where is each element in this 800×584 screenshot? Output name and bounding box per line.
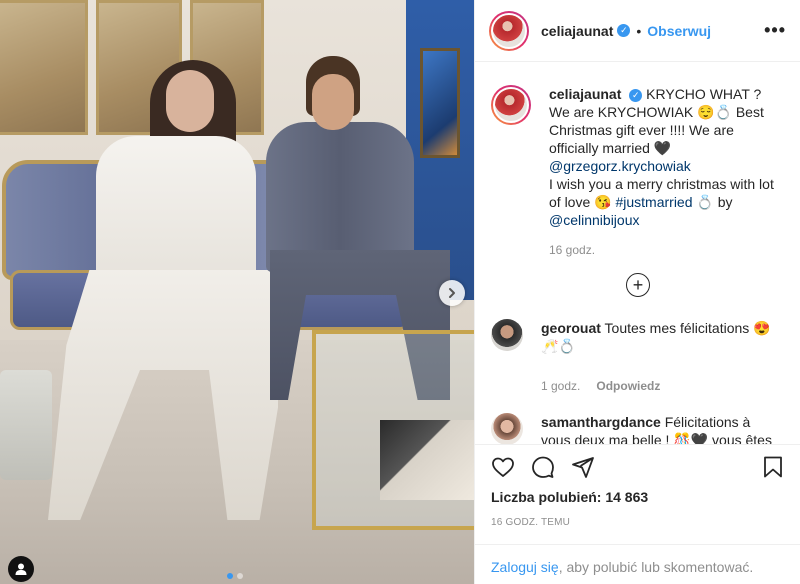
chevron-right-icon [449, 288, 455, 298]
user-tag-button[interactable] [8, 556, 34, 582]
comment-body: georouat Toutes mes félicitations 😍🥂💍 1 … [541, 319, 781, 395]
man-face [312, 74, 354, 130]
comment-username[interactable]: samanthargdance [541, 414, 661, 430]
commenter-avatar[interactable] [491, 319, 523, 351]
comment-item: samanthargdance Félicitations à vous deu… [475, 413, 800, 444]
wall-painting [0, 0, 88, 135]
post-header: celiajaunat ✓ • Obserwuj ••• [475, 0, 800, 62]
carousel-dot-active [227, 573, 233, 579]
table-book [380, 420, 474, 500]
comment-username[interactable]: georouat [541, 320, 601, 336]
comment-body: samanthargdance Félicitations à vous deu… [541, 413, 781, 444]
caption-hashtag-link[interactable]: #justmarried [615, 194, 692, 210]
comment-meta: 1 godz. Odpowiedz [541, 377, 781, 395]
login-prompt: Zaloguj się, aby polubić lub skomentować… [475, 544, 800, 584]
comment-item: georouat Toutes mes félicitations 😍🥂💍 1 … [475, 319, 800, 395]
carousel-next-button[interactable] [439, 280, 465, 306]
post-photo[interactable] [0, 0, 474, 584]
load-more-comments: + [475, 273, 800, 297]
separator-dot: • [636, 22, 642, 39]
caption-meta: 16 godz. [549, 241, 785, 259]
login-prompt-text: , aby polubić lub skomentować. [558, 559, 754, 575]
carousel-indicator [227, 573, 243, 579]
comment-icon[interactable] [531, 455, 555, 479]
post-timestamp[interactable]: 16 GODZ. TEMU [475, 517, 800, 528]
caption-username[interactable]: celiajaunat [549, 86, 621, 102]
caption-body: celiajaunat ✓ KRYCHO WHAT ? We are KRYCH… [549, 85, 785, 259]
likes-label: Liczba polubień: [491, 489, 602, 505]
follow-button[interactable]: Obserwuj [647, 23, 711, 39]
caption: celiajaunat ✓ KRYCHO WHAT ? We are KRYCH… [475, 63, 800, 259]
caption-mention-link-2[interactable]: @celinnibijoux [549, 212, 639, 228]
user-tag-icon [15, 563, 27, 575]
caption-time[interactable]: 16 godz. [549, 241, 595, 259]
bookmark-icon[interactable] [761, 455, 785, 479]
handbag [0, 370, 52, 480]
caption-avatar[interactable] [491, 85, 531, 125]
commenter-avatar[interactable] [491, 413, 523, 444]
woman-face [166, 70, 214, 132]
verified-badge-icon: ✓ [617, 24, 631, 37]
caption-text-3: 💍 by [696, 194, 733, 210]
avatar-image [491, 12, 527, 49]
caption-mention-link[interactable]: @grzegorz.krychowiak [549, 158, 691, 174]
author-username[interactable]: celiajaunat [541, 23, 613, 39]
share-icon[interactable] [571, 455, 595, 479]
plus-circle-icon[interactable]: + [626, 273, 650, 297]
woman-figure [96, 136, 256, 286]
doorway-painting [420, 48, 460, 158]
verified-badge-icon: ✓ [629, 88, 643, 102]
author-avatar[interactable] [489, 10, 529, 51]
carousel-dot [237, 573, 243, 579]
likes-number: 14 863 [605, 489, 649, 505]
more-options-icon[interactable]: ••• [764, 20, 786, 41]
heart-icon[interactable] [491, 455, 515, 479]
post-actions: Liczba polubień: 14 863 16 GODZ. TEMU [475, 444, 800, 528]
post-side-panel: celiajaunat ✓ • Obserwuj ••• celiajaunat… [474, 0, 800, 584]
comments-list[interactable]: celiajaunat ✓ KRYCHO WHAT ? We are KRYCH… [475, 63, 800, 444]
login-link[interactable]: Zaloguj się [491, 559, 559, 575]
likes-count[interactable]: Liczba polubień: 14 863 [475, 489, 800, 505]
avatar-image [493, 87, 529, 123]
reply-button[interactable]: Odpowiedz [596, 377, 660, 395]
comment-time[interactable]: 1 godz. [541, 377, 580, 395]
action-bar [475, 445, 800, 485]
man-figure [266, 122, 414, 272]
